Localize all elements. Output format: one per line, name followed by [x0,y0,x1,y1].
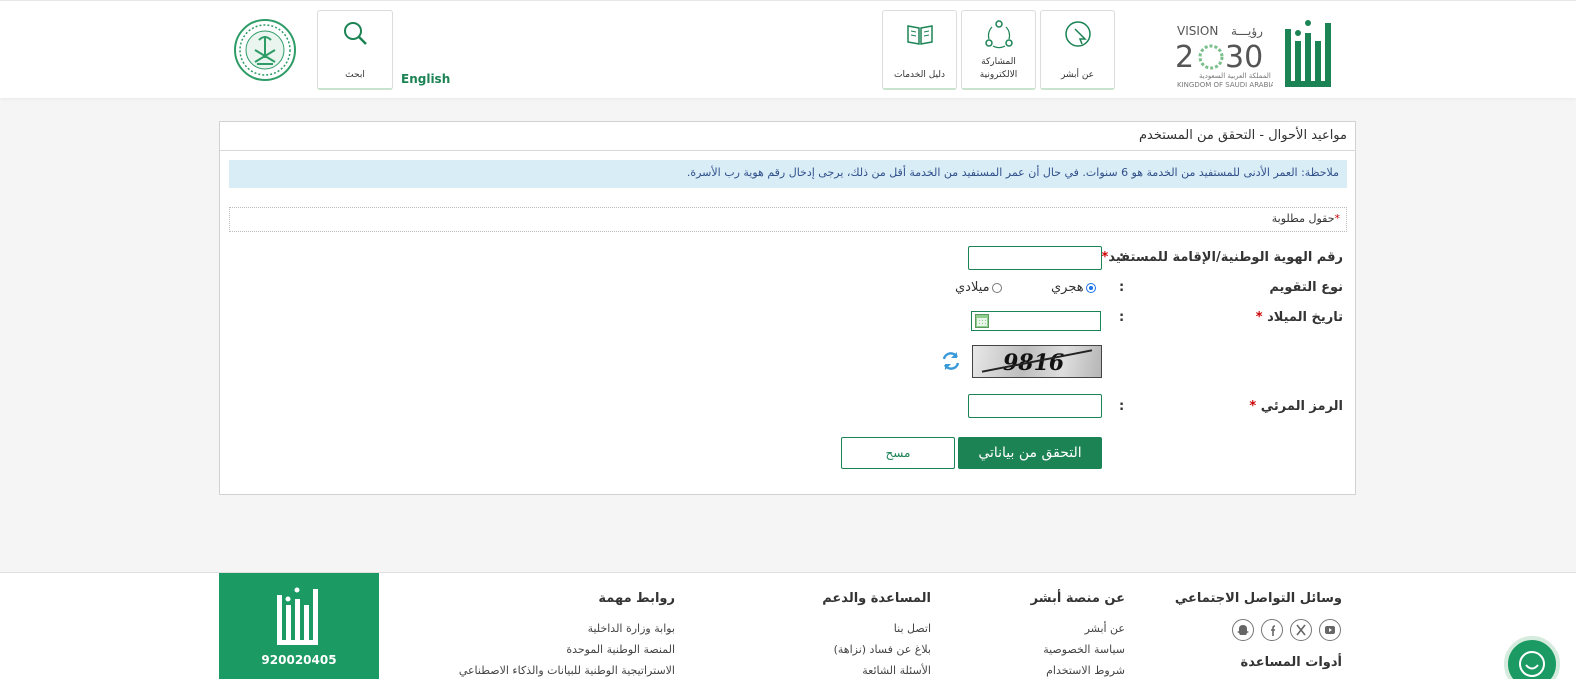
nav-about-absher[interactable]: عن أبشر [1040,10,1115,90]
id-field-label: رقم الهوية الوطنية/الإقامة للمستفيد* [1102,250,1343,265]
radio-hijri-label: هجري [1051,280,1084,295]
panel-divider [220,150,1355,151]
birth-date-input[interactable] [971,311,1101,331]
radio-gregorian-circle[interactable] [991,282,1002,293]
required-fields-note: *حقول مطلوبة [229,207,1347,232]
svg-text:المملكة العربية السعودية: المملكة العربية السعودية [1199,72,1271,80]
search-label: ابحث [345,70,365,80]
refresh-icon[interactable] [940,350,962,376]
national-id-input[interactable] [968,246,1102,270]
nav-services-guide-label: دليل الخدمات [894,70,945,80]
absher-logo[interactable] [1279,11,1335,91]
captcha-label-text: الرمز المرئي [1260,399,1343,414]
footer-col-links: روابط مهمة بوابة وزارة الداخلية المنصة ا… [459,591,675,679]
clear-button[interactable]: مسح [841,437,955,469]
footer-col-about: عن منصة أبشر عن أبشر سياسة الخصوصية شروط… [1031,591,1125,679]
radio-gregorian[interactable]: ميلادي [955,280,1002,295]
search-button[interactable]: ابحث [317,10,393,90]
svg-text:30: 30 [1225,40,1263,75]
footer-link-nazaha[interactable]: بلاغ عن فساد (نزاهة) [822,639,931,660]
appointment-verification-panel: مواعيد الأحوال - التحقق من المستخدم ملاح… [219,121,1356,495]
footer-help-title: المساعدة والدعم [822,591,931,606]
captcha-required-star: * [1249,399,1257,414]
footer-link-terms[interactable]: شروط الاستخدام [1031,660,1125,679]
footer-phone: 920020405 [261,653,337,667]
nav-e-participation[interactable]: المشاركة الالكترونية [961,10,1036,90]
calendar-colon: : [1119,280,1125,295]
site-header: VISION رؤيـــة 2 30 المملكة العربية السع… [0,0,1576,98]
svg-text:VISION: VISION [1177,24,1218,38]
footer-tools-title: أدوات المساعدة [1240,655,1342,670]
birth-date-label: تاريخ الميلاد * [1256,310,1343,325]
id-colon: : [1119,250,1125,265]
footer-link-privacy[interactable]: سياسة الخصوصية [1031,639,1125,660]
captcha-input[interactable] [968,394,1102,418]
footer-brand-box: 920020405 [219,573,379,679]
site-footer: 920020405 وسائل التواصل الاجتماعي أدوات … [0,572,1576,679]
radio-hijri-circle[interactable] [1085,282,1096,293]
captcha-colon: : [1119,399,1125,414]
nav-e-participation-label: المشاركة الالكترونية [979,57,1018,80]
footer-link-contact[interactable]: اتصل بنا [822,618,931,639]
footer-col-help: المساعدة والدعم اتصل بنا بلاغ عن فساد (ن… [822,591,931,679]
x-icon[interactable] [1290,619,1312,641]
footer-link-national-platform[interactable]: المنصة الوطنية الموحدة [459,639,675,660]
footer-absher-logo [275,581,323,651]
facebook-icon[interactable] [1261,619,1283,641]
footer-link-faq[interactable]: الأسئلة الشائعة [822,660,931,679]
search-icon [340,19,370,53]
birth-colon: : [1119,310,1125,325]
english-language-link[interactable]: English [401,72,450,86]
moi-emblem-logo[interactable] [233,18,297,82]
svg-text:2: 2 [1175,40,1194,75]
footer-col-social: وسائل التواصل الاجتماعي [1175,591,1342,618]
birth-label-text: تاريخ الميلاد [1267,310,1343,325]
calendar-type-label: نوع التقويم [1269,280,1343,295]
footer-social-title: وسائل التواصل الاجتماعي [1174,591,1342,606]
footer-links-title: روابط مهمة [598,591,675,606]
captcha-text: 9816 [1003,350,1065,376]
panel-title: مواعيد الأحوال - التحقق من المستخدم [1138,128,1347,143]
youtube-icon[interactable] [1319,619,1341,641]
age-note-bar: ملاحظة: العمر الأدنى للمستفيد من الخدمة … [229,160,1347,188]
required-star: * [1334,212,1341,225]
captcha-image: 9816 [972,345,1102,378]
chat-smile-icon [1518,650,1546,679]
radio-gregorian-label: ميلادي [955,280,990,295]
network-icon [984,19,1014,53]
id-label-text: رقم الهوية الوطنية/الإقامة للمستفيد [1108,250,1343,265]
nav-about-label: عن أبشر [1060,70,1095,80]
verify-data-button[interactable]: التحقق من بياناتي [958,437,1102,469]
nav-services-guide[interactable]: دليل الخدمات [882,10,957,90]
footer-link-moi[interactable]: بوابة وزارة الداخلية [459,618,675,639]
book-icon [905,19,935,53]
footer-link-data-strategy[interactable]: الاستراتيجية الوطنية للبيانات والذكاء ال… [459,660,675,679]
snapchat-icon[interactable] [1232,619,1254,641]
svg-text:KINGDOM OF SAUDI ARABIA: KINGDOM OF SAUDI ARABIA [1177,81,1273,89]
cursor-click-icon [1063,19,1093,53]
required-fields-text: حقول مطلوبة [1271,212,1335,225]
calendar-icon[interactable] [975,314,989,328]
captcha-field-label: الرمز المرئي * [1249,399,1343,414]
svg-text:رؤيـــة: رؤيـــة [1231,24,1263,39]
footer-about-title: عن منصة أبشر [1030,591,1125,606]
radio-hijri[interactable]: هجري [1051,280,1096,295]
footer-link-about[interactable]: عن أبشر [1031,618,1125,639]
birth-required-star: * [1255,310,1263,325]
vision-2030-logo: VISION رؤيـــة 2 30 المملكة العربية السع… [1175,21,1275,89]
